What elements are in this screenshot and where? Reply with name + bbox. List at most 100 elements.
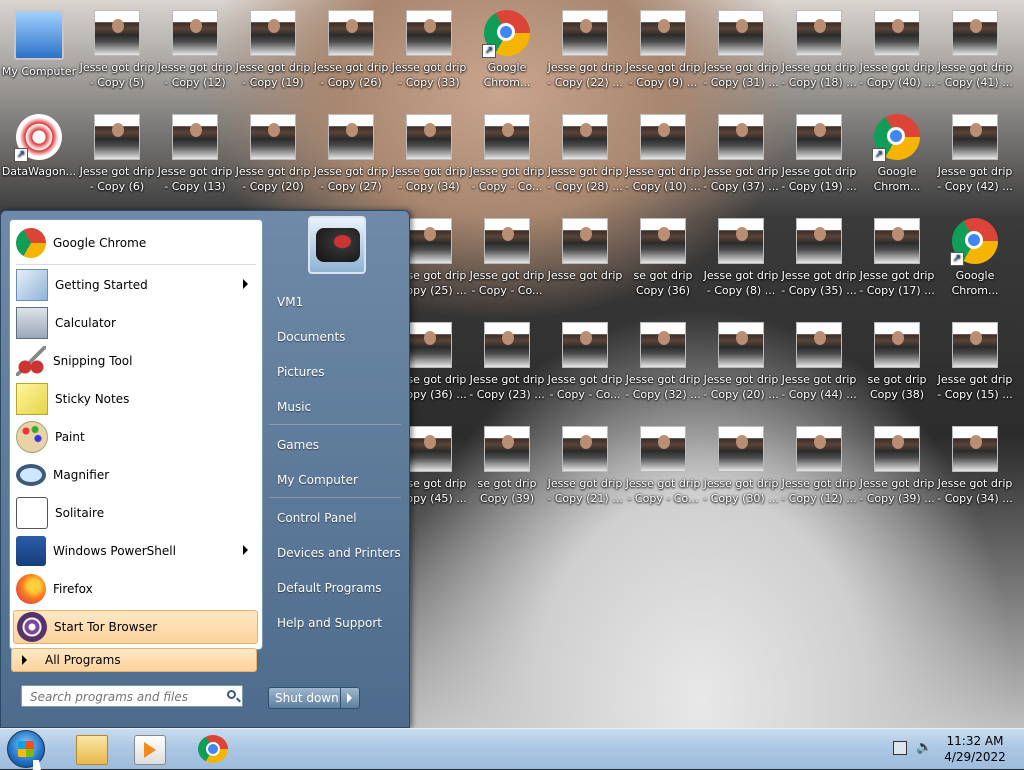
clock[interactable]: 11:32 AM 4/29/2022 <box>940 733 1010 765</box>
start-menu-link[interactable]: Music <box>266 392 401 422</box>
desktop-icon[interactable]: se got drip Copy (38) <box>858 316 936 416</box>
start-menu-link[interactable]: Devices and Printers <box>266 538 401 568</box>
start-menu-item-label: Sticky Notes <box>55 392 130 406</box>
desktop-icon[interactable]: Jesse got drip - Copy (12) <box>156 4 234 104</box>
start-menu-item[interactable]: Firefox <box>13 572 258 606</box>
start-menu-item-label: Snipping Tool <box>53 354 133 368</box>
desktop-icon[interactable]: Jesse got drip - Copy (19) <box>234 4 312 104</box>
volume-icon[interactable]: 🔈 <box>916 741 932 755</box>
start-menu-item[interactable]: Magnifier <box>13 458 258 492</box>
start-menu-item[interactable]: Sticky Notes <box>13 382 258 416</box>
desktop-icon[interactable]: ↗ DataWagon... <box>0 108 78 208</box>
shutdown-options-arrow-icon[interactable] <box>341 688 359 708</box>
shortcut-arrow-icon: ↗ <box>950 252 964 266</box>
desktop-icon[interactable]: Jesse got drip - Copy (39) ... <box>858 420 936 520</box>
desktop-icon[interactable]: Jesse got drip - Copy (6) <box>78 108 156 208</box>
image-file-icon <box>484 114 530 160</box>
start-menu-link[interactable]: Default Programs <box>266 573 401 603</box>
taskbar-media-player-button[interactable] <box>120 731 176 767</box>
desktop-icon-label: Jesse got drip - Copy (20) <box>235 165 311 193</box>
desktop-icon[interactable]: Jesse got drip - Copy (35) ... <box>780 212 858 312</box>
desktop-icon[interactable]: Jesse got drip - Copy (30) ... <box>702 420 780 520</box>
desktop-icon[interactable]: Jesse got drip - Copy (26) <box>312 4 390 104</box>
taskbar-explorer-button[interactable] <box>62 731 118 767</box>
taskbar-chrome-button[interactable] <box>184 731 240 767</box>
start-menu-link[interactable]: Help and Support <box>266 608 401 638</box>
desktop-icon[interactable]: Jesse got drip - Copy - Co... <box>546 316 624 416</box>
desktop-icon[interactable]: Jesse got drip - Copy - Co... <box>468 212 546 312</box>
desktop-icon[interactable]: se got drip Copy (39) <box>468 420 546 520</box>
desktop-icon[interactable]: Jesse got drip - Copy (27) <box>312 108 390 208</box>
all-programs-button[interactable]: All Programs <box>11 648 257 672</box>
desktop-icon[interactable]: Jesse got drip - Copy (33) <box>390 4 468 104</box>
desktop-icon[interactable]: Jesse got drip - Copy (12) ... <box>780 420 858 520</box>
start-menu-link[interactable]: Control Panel <box>266 503 401 533</box>
desktop-icon[interactable]: Jesse got drip - Copy (28) ... <box>546 108 624 208</box>
desktop-icon[interactable]: Jesse got drip - Copy (18) ... <box>780 4 858 104</box>
menu-divider <box>269 424 401 425</box>
desktop-icon[interactable]: Jesse got drip - Copy (17) ... <box>858 212 936 312</box>
search-icon[interactable] <box>227 690 236 699</box>
desktop-icon-label: se got drip Copy (38) <box>867 373 927 401</box>
start-menu-item[interactable]: Start Tor Browser <box>13 610 258 644</box>
desktop-icon[interactable]: Jesse got drip - Copy - Co... <box>468 108 546 208</box>
start-menu-link[interactable]: VM1 <box>266 287 401 317</box>
desktop-icon[interactable]: Jesse got drip - Copy (37) ... <box>702 108 780 208</box>
image-file-icon <box>406 322 452 368</box>
desktop-icon-label: Jesse got drip - Copy (31) ... <box>703 61 779 89</box>
start-menu-item[interactable]: Getting Started <box>13 268 258 302</box>
desktop-icon[interactable]: Jesse got drip - Copy (20) <box>234 108 312 208</box>
start-menu-item[interactable]: Solitaire <box>13 496 258 530</box>
start-menu-link[interactable]: Games <box>266 430 401 460</box>
desktop-icon[interactable]: Jesse got drip - Copy (20) ... <box>702 316 780 416</box>
desktop-icon[interactable]: Jesse got drip - Copy - Co... <box>624 420 702 520</box>
desktop-icon[interactable]: Jesse got drip - Copy (34) ... <box>936 420 1014 520</box>
start-menu-item[interactable]: Google Chrome <box>13 226 258 260</box>
start-menu-item[interactable]: Windows PowerShell <box>13 534 258 568</box>
image-file-icon <box>874 322 920 368</box>
desktop-icon[interactable]: Jesse got drip - Copy (21) ... <box>546 420 624 520</box>
user-picture[interactable] <box>308 216 366 274</box>
desktop-icon[interactable]: ↗ Google Chrom... <box>858 108 936 208</box>
start-menu-item[interactable]: Paint <box>13 420 258 454</box>
start-menu-link[interactable]: Documents <box>266 322 401 352</box>
desktop-icon[interactable]: Jesse got drip - Copy (10) ... <box>624 108 702 208</box>
desktop-icon[interactable]: Jesse got drip - Copy (22) ... <box>546 4 624 104</box>
desktop-icon-label: Jesse got drip - Copy (8) ... <box>703 269 779 297</box>
desktop-icon[interactable]: Jesse got drip - Copy (32) ... <box>624 316 702 416</box>
desktop-icon[interactable]: ↗ Google Chrom... <box>936 212 1014 312</box>
desktop-icon[interactable]: Jesse got drip - Copy (9) ... <box>624 4 702 104</box>
desktop-icon[interactable]: Jesse got drip - Copy (23) ... <box>468 316 546 416</box>
desktop-icon[interactable]: Jesse got drip - Copy (31) ... <box>702 4 780 104</box>
desktop-icon[interactable]: Jesse got drip - Copy (5) <box>78 4 156 104</box>
start-menu-link[interactable]: Pictures <box>266 357 401 387</box>
shutdown-button[interactable]: Shut down <box>269 688 341 708</box>
desktop-icon[interactable]: Jesse got drip - Copy (19) ... <box>780 108 858 208</box>
desktop-icon[interactable]: Jesse got drip - Copy (8) ... <box>702 212 780 312</box>
image-file-icon <box>562 218 608 264</box>
desktop-icon[interactable]: Jesse got drip - Copy (41) ... <box>936 4 1014 104</box>
desktop-icon[interactable]: Jesse got drip <box>546 212 624 312</box>
start-menu-link[interactable]: My Computer <box>266 465 401 495</box>
clock-time: 11:32 AM <box>946 734 1004 748</box>
start-menu-item[interactable]: Calculator <box>13 306 258 340</box>
desktop-icon[interactable]: ↗ Google Chrom... <box>468 4 546 104</box>
desktop-icon-label: DataWagon... <box>1 165 77 178</box>
submenu-arrow-icon <box>243 279 248 289</box>
desktop-icon[interactable]: Jesse got drip - Copy (15) ... <box>936 316 1014 416</box>
image-file-icon <box>328 10 374 56</box>
desktop-icon[interactable]: Jesse got drip - Copy (34) <box>390 108 468 208</box>
shortcut-arrow-icon: ↗ <box>872 148 886 162</box>
search-input[interactable] <box>28 687 222 707</box>
search-box[interactable] <box>21 685 243 707</box>
desktop-icon[interactable]: Jesse got drip - Copy (42) ... <box>936 108 1014 208</box>
desktop-icon[interactable]: se got drip Copy (36) <box>624 212 702 312</box>
network-icon[interactable] <box>893 741 907 755</box>
desktop-icon[interactable]: My Computer <box>0 4 78 104</box>
start-menu-item[interactable]: Snipping Tool <box>13 344 258 378</box>
menu-divider <box>16 264 256 265</box>
image-file-icon <box>94 10 140 56</box>
desktop-icon[interactable]: Jesse got drip - Copy (13) <box>156 108 234 208</box>
desktop-icon[interactable]: Jesse got drip - Copy (44) ... <box>780 316 858 416</box>
desktop-icon[interactable]: Jesse got drip - Copy (40) ... <box>858 4 936 104</box>
